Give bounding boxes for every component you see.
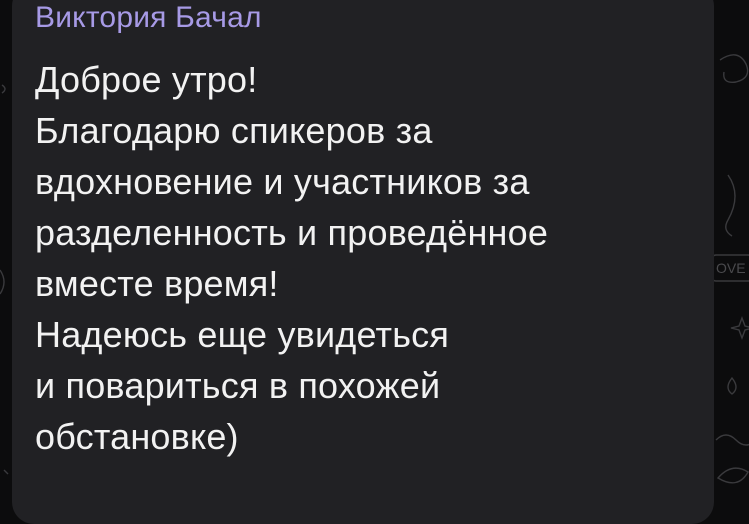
message-line: и повариться в похожей (35, 365, 441, 406)
message-line: Благодарю спикеров за (35, 110, 433, 151)
wallpaper-left-arc-doodle (0, 269, 5, 295)
wallpaper-drop-doodle (727, 376, 737, 395)
wallpaper-tag-doodle (711, 254, 749, 282)
message-line: Доброе утро! (35, 59, 258, 100)
message-line: Надеюсь еще увидеться (35, 314, 450, 355)
wallpaper-wave-doodle (715, 434, 749, 446)
message-line: обстановке) (35, 416, 239, 457)
wallpaper-left-mark-doodle (1, 84, 6, 94)
message-text: Доброе утро! Благодарю спикеров за вдохн… (35, 54, 695, 462)
wallpaper-left-dot-doodle (3, 469, 9, 475)
message-line: вместе время! (35, 263, 279, 304)
sender-name[interactable]: Виктория Бачал (35, 0, 262, 36)
message-line: вдохновение и участников за (35, 161, 530, 202)
wallpaper-swirl-doodle (719, 54, 749, 83)
wallpaper-star-doodle (730, 316, 749, 340)
message-line: разделенность и проведённое (35, 212, 549, 253)
wallpaper-curve-doodle (725, 174, 736, 237)
wallpaper-leaf-doodle (716, 467, 749, 484)
wallpaper-doodle-text: OVE (716, 260, 746, 276)
